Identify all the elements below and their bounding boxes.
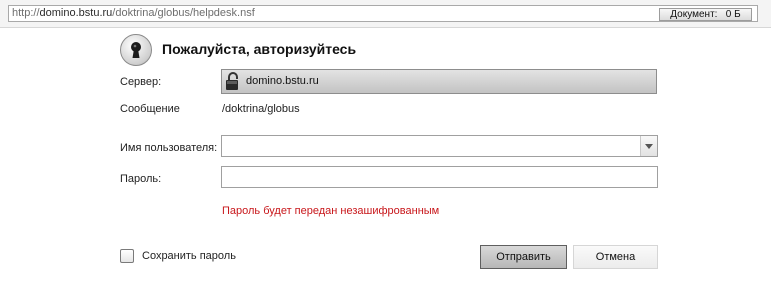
save-password-checkbox[interactable] <box>120 249 134 263</box>
password-input[interactable] <box>224 168 656 185</box>
padlock-icon <box>224 71 242 95</box>
server-field: domino.bstu.ru <box>221 69 657 94</box>
keyhole-icon <box>120 34 152 66</box>
submit-button[interactable]: Отправить <box>480 245 567 269</box>
cancel-button[interactable]: Отмена <box>573 245 658 269</box>
url-field[interactable]: http://domino.bstu.ru/doktrina/globus/he… <box>8 5 758 22</box>
url-prefix: http:// <box>12 7 40 19</box>
page-title: Пожалуйста, авторизуйтесь <box>162 41 357 57</box>
save-password-label[interactable]: Сохранить пароль <box>142 250 236 262</box>
message-label: Сообщение <box>120 103 180 115</box>
username-dropdown-button[interactable] <box>640 136 657 156</box>
username-combobox[interactable] <box>221 135 658 157</box>
username-label: Имя пользователя: <box>120 142 218 154</box>
server-label: Сервер: <box>120 76 162 88</box>
url-path: /doktrina/globus/helpdesk.nsf <box>112 7 255 19</box>
chevron-down-icon <box>645 144 653 149</box>
url-text: http://domino.bstu.ru/doktrina/globus/he… <box>12 7 255 19</box>
password-label: Пароль: <box>120 173 162 185</box>
address-bar: http://domino.bstu.ru/doktrina/globus/he… <box>0 0 771 28</box>
document-size-status: Документ: 0 Б <box>659 8 752 21</box>
username-input[interactable] <box>224 137 638 154</box>
password-field[interactable] <box>221 166 658 188</box>
doc-status-label: Документ: <box>670 9 718 20</box>
url-host: domino.bstu.ru <box>39 7 113 19</box>
unencrypted-warning: Пароль будет передан незашифрованным <box>222 205 440 217</box>
doc-status-value: 0 Б <box>725 9 741 20</box>
server-value: domino.bstu.ru <box>246 75 319 87</box>
message-value: /doktrina/globus <box>222 103 300 115</box>
